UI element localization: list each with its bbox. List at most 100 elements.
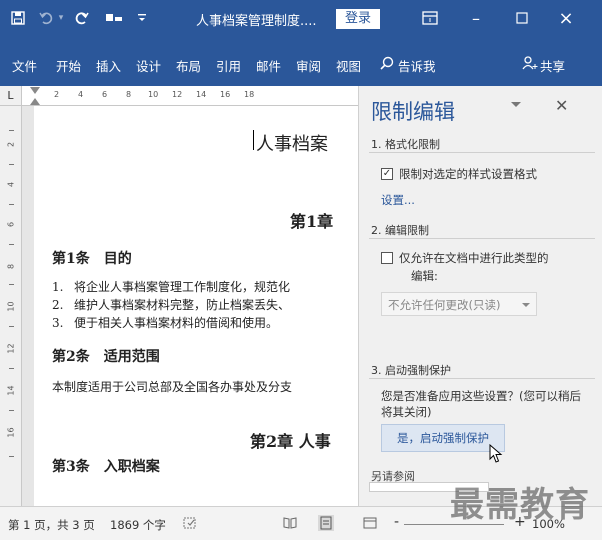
tab-view[interactable]: 视图: [336, 56, 361, 75]
divider: [369, 238, 595, 239]
panel-close-icon[interactable]: ✕: [555, 96, 568, 115]
redo-icon[interactable]: [74, 9, 90, 27]
share-person-icon[interactable]: [522, 56, 538, 73]
ruler-tick: 2: [6, 141, 16, 148]
settings-link[interactable]: 设置...: [381, 192, 415, 208]
editing-restriction-label: 仅允许在文档中进行此类型的: [399, 251, 549, 265]
share-button[interactable]: 共享: [540, 56, 565, 75]
ruler-tick: 12: [6, 343, 16, 354]
ruler-tick: 8: [6, 263, 16, 270]
article-3-heading: 第3条 入职档案: [52, 459, 160, 475]
ribbon-display-options-icon[interactable]: [420, 9, 440, 27]
editing-restriction-checkbox[interactable]: [381, 252, 393, 264]
ruler-dash: [9, 284, 14, 285]
hanging-indent-icon[interactable]: [30, 98, 40, 105]
web-layout-icon[interactable]: [362, 515, 378, 531]
ruler-tick: 16: [220, 90, 231, 99]
tab-review[interactable]: 审阅: [296, 56, 321, 75]
ruler-dash: [9, 130, 14, 131]
enforce-question: 您是否准备应用这些设置？(您可以稍后将其关闭): [381, 389, 581, 419]
section-formatting-heading: 1. 格式化限制: [371, 138, 440, 151]
panel-options-chevron-icon[interactable]: [511, 102, 521, 107]
tab-mailings[interactable]: 邮件: [256, 56, 281, 75]
close-button[interactable]: ×: [556, 8, 576, 29]
ruler-tick: 6: [6, 221, 16, 228]
vertical-ruler[interactable]: 2 4 6 8 10 12 14 16: [0, 106, 22, 506]
svg-text:最需教育: 最需教育: [450, 485, 590, 525]
proofing-icon[interactable]: [182, 515, 198, 531]
list-text: 将企业人事档案管理工作制度化，规范化: [74, 280, 291, 294]
ruler-tick: 18: [244, 90, 255, 99]
start-enforcing-button[interactable]: 是，启动强制保护: [381, 424, 505, 452]
ruler-tick: 10: [6, 301, 16, 312]
document-title: 人事档案管理制度....: [196, 14, 317, 29]
touch-mode-icon[interactable]: [104, 9, 124, 27]
document-page[interactable]: 人事档案 第1章 第1条 目的 1. 将企业人事档案管理工作制度化，规范化 2. 维…: [34, 106, 358, 506]
tab-home[interactable]: 开始: [56, 56, 81, 75]
undo-dropdown-icon[interactable]: ▾: [56, 9, 66, 27]
scope-paragraph: 本制度适用于公司总部及全国各办事处及分支: [52, 380, 293, 394]
customize-toolbar-icon[interactable]: [136, 9, 148, 27]
ruler-tick: 8: [126, 90, 132, 99]
tab-references[interactable]: 引用: [216, 56, 241, 75]
tell-me-search[interactable]: 告诉我: [398, 56, 436, 75]
ruler-dash: [9, 244, 14, 245]
save-icon[interactable]: [10, 9, 26, 27]
panel-title: 限制编辑: [371, 100, 455, 124]
formatting-restriction-label: 限制对选定的样式设置格式: [399, 167, 537, 181]
zoom-out-button[interactable]: -: [394, 514, 399, 530]
list-text: 维护人事档案材料完整，防止档案丢失、: [74, 298, 291, 312]
login-button[interactable]: 登录: [336, 9, 380, 29]
ruler-tick: 4: [78, 90, 84, 99]
list-number: 1.: [52, 280, 64, 294]
editing-type-value: 不允许任何更改(只读): [388, 298, 501, 312]
ruler-tick: 10: [148, 90, 159, 99]
tab-insert[interactable]: 插入: [96, 56, 121, 75]
list-number: 3.: [52, 316, 64, 330]
read-mode-icon[interactable]: [282, 515, 298, 531]
mouse-pointer-icon: [489, 443, 503, 468]
maximize-button[interactable]: [512, 9, 532, 27]
minimize-button[interactable]: –: [466, 9, 486, 28]
tab-design[interactable]: 设计: [136, 56, 161, 75]
undo-icon[interactable]: [38, 9, 54, 27]
ruler-tick: 14: [6, 385, 16, 396]
document-heading: 人事档案: [256, 134, 328, 155]
chapter-1-heading: 第1章: [290, 212, 334, 231]
ruler-dash: [9, 410, 14, 411]
text-cursor: [253, 130, 254, 150]
tab-file[interactable]: 文件: [12, 56, 37, 75]
ruler-tick: 2: [54, 90, 60, 99]
article-2-heading: 第2条 适用范围: [52, 349, 160, 365]
list-number: 2.: [52, 298, 64, 312]
ruler-dash: [9, 456, 14, 457]
list-text: 便于相关人事档案材料的借阅和使用。: [74, 316, 279, 330]
document-editor: L 2 4 6 8 10 12 14 16 18 2 4 6 8 10 12 1…: [0, 86, 358, 506]
divider: [369, 378, 595, 379]
ruler-dash: [9, 164, 14, 165]
list-item: 2. 维护人事档案材料完整，防止档案丢失、: [52, 296, 290, 313]
editing-type-select[interactable]: 不允许任何更改(只读): [381, 292, 537, 316]
first-line-indent-icon[interactable]: [30, 87, 40, 94]
print-layout-icon[interactable]: [318, 515, 334, 531]
formatting-restriction-checkbox[interactable]: ✓: [381, 168, 393, 180]
watermark-logo: 最需教育: [450, 482, 598, 535]
ruler-tick: 12: [172, 90, 183, 99]
ruler-dash: [9, 368, 14, 369]
ruler-tick: 16: [6, 427, 16, 438]
section-enforce-heading: 3. 启动强制保护: [371, 364, 451, 377]
word-count[interactable]: 1869 个字: [110, 517, 166, 533]
chapter-2-heading: 第2章 人事: [250, 432, 331, 451]
divider: [369, 152, 595, 153]
ruler-tick: 4: [6, 181, 16, 188]
page-count[interactable]: 第 1 页，共 3 页: [8, 517, 95, 533]
section-editing-heading: 2. 编辑限制: [371, 224, 429, 237]
lightbulb-search-icon[interactable]: [380, 56, 394, 73]
ruler-dash: [9, 326, 14, 327]
horizontal-ruler[interactable]: 2 4 6 8 10 12 14 16 18: [22, 86, 358, 106]
tab-selector[interactable]: L: [0, 86, 22, 106]
list-item: 3. 便于相关人事档案材料的借阅和使用。: [52, 314, 278, 331]
tab-layout[interactable]: 布局: [176, 56, 201, 75]
list-item: 1. 将企业人事档案管理工作制度化，规范化: [52, 278, 290, 295]
chevron-down-icon: [522, 303, 530, 307]
